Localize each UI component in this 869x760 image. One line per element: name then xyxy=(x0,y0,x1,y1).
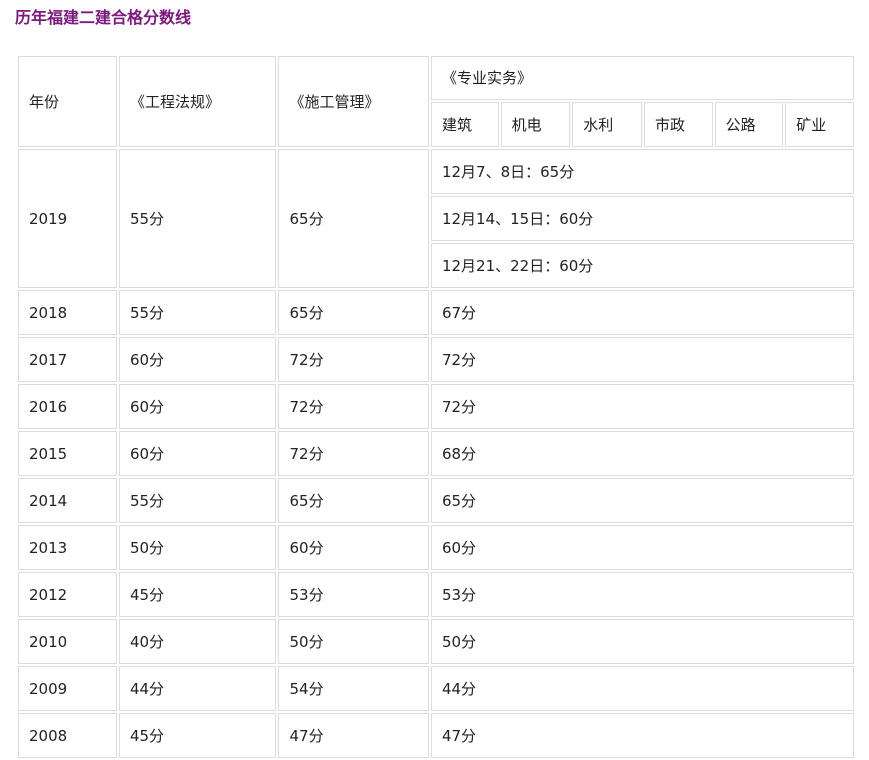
cell-practice: 44分 xyxy=(430,666,854,711)
cell-practice: 60分 xyxy=(430,525,854,570)
cell-management: 54分 xyxy=(278,666,429,711)
header-subject-mechanical: 机电 xyxy=(500,102,571,147)
cell-practice: 53分 xyxy=(430,572,854,617)
cell-practice: 65分 xyxy=(430,478,854,523)
table-row: 2010 40分 50分 50分 xyxy=(18,619,854,664)
cell-practice: 72分 xyxy=(430,337,854,382)
cell-law: 60分 xyxy=(118,337,277,382)
header-subject-building: 建筑 xyxy=(430,102,499,147)
cell-year: 2016 xyxy=(18,384,117,429)
cell-practice: 12月21、22日：60分 xyxy=(430,243,854,288)
cell-law: 50分 xyxy=(118,525,277,570)
header-row: 年份 《工程法规》 《施工管理》 《专业实务》 xyxy=(18,56,854,147)
cell-year: 2018 xyxy=(18,290,117,335)
cell-practice: 47分 xyxy=(430,713,854,758)
cell-practice: 12月7、8日：65分 xyxy=(430,149,854,194)
table-row: 2009 44分 54分 44分 xyxy=(18,666,854,711)
cell-practice: 50分 xyxy=(430,619,854,664)
table-body: 年份 《工程法规》 《施工管理》 《专业实务》 建筑 机电 水利 市政 公路 矿… xyxy=(18,56,854,758)
cell-year: 2014 xyxy=(18,478,117,523)
table-row: 2008 45分 47分 47分 xyxy=(18,713,854,758)
cell-law: 45分 xyxy=(118,572,277,617)
cell-law: 55分 xyxy=(118,290,277,335)
cell-management: 72分 xyxy=(278,384,429,429)
pass-score-table: 年份 《工程法规》 《施工管理》 《专业实务》 建筑 机电 水利 市政 公路 矿… xyxy=(16,54,856,760)
cell-management: 65分 xyxy=(278,290,429,335)
header-management: 《施工管理》 xyxy=(278,56,429,147)
cell-year: 2019 xyxy=(18,149,117,288)
cell-law: 55分 xyxy=(118,478,277,523)
header-subject-mining: 矿业 xyxy=(785,102,854,147)
cell-law: 60分 xyxy=(118,431,277,476)
header-subject-water: 水利 xyxy=(572,102,642,147)
table-row: 2019 55分 65分 12月7、8日：65分 xyxy=(18,149,854,288)
cell-management: 60分 xyxy=(278,525,429,570)
header-subject-highway: 公路 xyxy=(714,102,784,147)
cell-practice: 12月14、15日：60分 xyxy=(430,196,854,241)
cell-practice: 72分 xyxy=(430,384,854,429)
table-row: 2014 55分 65分 65分 xyxy=(18,478,854,523)
cell-year: 2017 xyxy=(18,337,117,382)
cell-management: 50分 xyxy=(278,619,429,664)
cell-management: 65分 xyxy=(278,149,429,288)
table-row: 2017 60分 72分 72分 xyxy=(18,337,854,382)
table-row: 2016 60分 72分 72分 xyxy=(18,384,854,429)
cell-year: 2010 xyxy=(18,619,117,664)
table-row: 2015 60分 72分 68分 xyxy=(18,431,854,476)
cell-management: 47分 xyxy=(278,713,429,758)
cell-year: 2013 xyxy=(18,525,117,570)
cell-practice: 67分 xyxy=(430,290,854,335)
cell-law: 44分 xyxy=(118,666,277,711)
cell-law: 55分 xyxy=(118,149,277,288)
cell-practice: 68分 xyxy=(430,431,854,476)
cell-year: 2015 xyxy=(18,431,117,476)
header-practice: 《专业实务》 xyxy=(430,56,854,100)
cell-management: 65分 xyxy=(278,478,429,523)
page-title: 历年福建二建合格分数线 xyxy=(15,8,192,27)
page: 历年福建二建合格分数线 年份 《工程法规》 《施工管理》 《专业实务》 建筑 机… xyxy=(0,0,869,758)
header-year: 年份 xyxy=(18,56,117,147)
table-row: 2018 55分 65分 67分 xyxy=(18,290,854,335)
cell-year: 2012 xyxy=(18,572,117,617)
cell-law: 40分 xyxy=(118,619,277,664)
cell-law: 45分 xyxy=(118,713,277,758)
cell-year: 2008 xyxy=(18,713,117,758)
cell-management: 72分 xyxy=(278,431,429,476)
cell-year: 2009 xyxy=(18,666,117,711)
header-subject-municipal: 市政 xyxy=(643,102,713,147)
header-law: 《工程法规》 xyxy=(118,56,277,147)
table-row: 2012 45分 53分 53分 xyxy=(18,572,854,617)
cell-law: 60分 xyxy=(118,384,277,429)
cell-management: 72分 xyxy=(278,337,429,382)
table-row: 2013 50分 60分 60分 xyxy=(18,525,854,570)
cell-management: 53分 xyxy=(278,572,429,617)
